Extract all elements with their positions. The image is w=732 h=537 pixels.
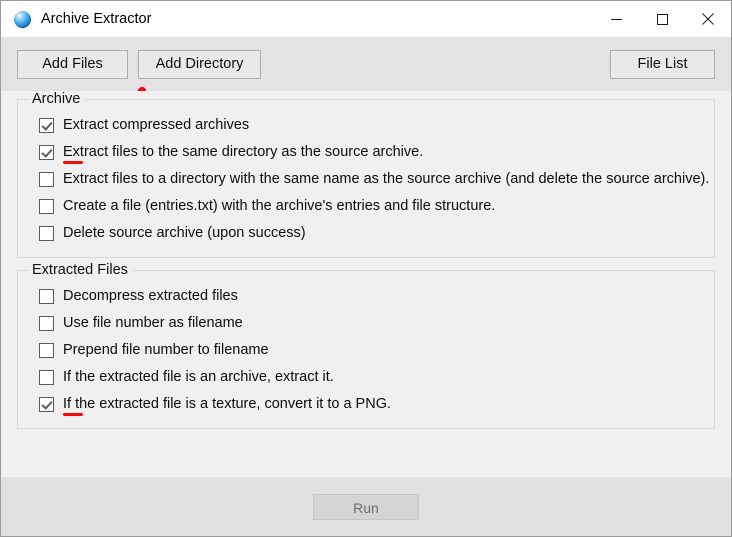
- group-archive-title: Archive: [28, 91, 86, 107]
- add-files-button[interactable]: Add Files: [17, 49, 128, 79]
- checkbox-label: Create a file (entries.txt) with the arc…: [63, 198, 496, 214]
- checkbox-row-extract-nested-archive[interactable]: If the extracted file is an archive, ext…: [28, 364, 704, 391]
- checkbox-label: Decompress extracted files: [63, 288, 238, 304]
- annotation-underline-extract-to-same-directory: [63, 161, 83, 164]
- options-panel: Archive Extract compressed archives Extr…: [1, 91, 731, 477]
- checkbox-row-prepend-file-number[interactable]: Prepend file number to filename: [28, 337, 704, 364]
- checkbox-use-file-number-as-filename[interactable]: [39, 316, 54, 331]
- toolbar-right-group: File List: [610, 49, 715, 79]
- checkbox-label: Prepend file number to filename: [63, 342, 269, 358]
- checkbox-extract-nested-archive[interactable]: [39, 370, 54, 385]
- checkbox-row-decompress-extracted-files[interactable]: Decompress extracted files: [28, 283, 704, 310]
- window-controls: [593, 1, 731, 37]
- group-extracted-files: Extracted Files Decompress extracted fil…: [17, 262, 715, 429]
- checkbox-label: Delete source archive (upon success): [63, 225, 306, 241]
- checkbox-label: Extract files to the same directory as t…: [63, 144, 424, 160]
- checkbox-row-extract-to-named-directory[interactable]: Extract files to a directory with the sa…: [28, 166, 709, 193]
- checkbox-extract-to-named-directory[interactable]: [39, 172, 54, 187]
- checkbox-label: Extract compressed archives: [63, 117, 250, 133]
- minimize-button[interactable]: [593, 1, 639, 37]
- checkbox-extract-to-same-directory[interactable]: [39, 145, 54, 160]
- app-window: Archive Extractor Add Files Add Director…: [0, 0, 732, 537]
- close-icon: [701, 12, 715, 26]
- checkbox-row-use-file-number-as-filename[interactable]: Use file number as filename: [28, 310, 704, 337]
- checkbox-create-entries-file[interactable]: [39, 199, 54, 214]
- checkbox-prepend-file-number[interactable]: [39, 343, 54, 358]
- minimize-icon: [610, 13, 623, 26]
- maximize-button[interactable]: [639, 1, 685, 37]
- checkbox-delete-source-archive[interactable]: [39, 226, 54, 241]
- group-archive: Archive Extract compressed archives Extr…: [17, 91, 715, 258]
- annotation-underline-convert-texture-to-png: [63, 413, 83, 416]
- toolbar-left-group: Add Files Add Directory: [17, 49, 261, 96]
- checkbox-decompress-extracted-files[interactable]: [39, 289, 54, 304]
- title-bar: Archive Extractor: [1, 1, 731, 37]
- run-button[interactable]: Run: [313, 493, 419, 520]
- checkbox-extract-compressed-archives[interactable]: [39, 118, 54, 133]
- title-bar-left: Archive Extractor: [1, 10, 152, 28]
- add-directory-button[interactable]: Add Directory: [138, 49, 261, 79]
- checkbox-label: If the extracted file is an archive, ext…: [63, 369, 334, 385]
- checkbox-label: Extract files to a directory with the sa…: [63, 171, 710, 187]
- checkbox-label: Use file number as filename: [63, 315, 243, 331]
- blue-sphere-icon: [14, 10, 31, 28]
- footer-bar: Run: [1, 477, 731, 536]
- checkbox-row-create-entries-file[interactable]: Create a file (entries.txt) with the arc…: [28, 193, 704, 220]
- checkbox-row-convert-texture-to-png[interactable]: If the extracted file is a texture, conv…: [28, 391, 704, 418]
- group-extracted-files-title: Extracted Files: [28, 262, 133, 278]
- checkbox-convert-texture-to-png[interactable]: [39, 397, 54, 412]
- checkbox-row-delete-source-archive[interactable]: Delete source archive (upon success): [28, 220, 704, 247]
- file-list-button[interactable]: File List: [610, 49, 715, 79]
- checkbox-label: If the extracted file is a texture, conv…: [63, 396, 392, 412]
- checkbox-row-extract-compressed-archives[interactable]: Extract compressed archives: [28, 112, 704, 139]
- close-button[interactable]: [685, 1, 731, 37]
- checkbox-row-extract-to-same-directory[interactable]: Extract files to the same directory as t…: [28, 139, 704, 166]
- maximize-icon: [656, 13, 669, 26]
- window-title: Archive Extractor: [41, 10, 152, 27]
- toolbar: Add Files Add Directory File List: [1, 37, 731, 96]
